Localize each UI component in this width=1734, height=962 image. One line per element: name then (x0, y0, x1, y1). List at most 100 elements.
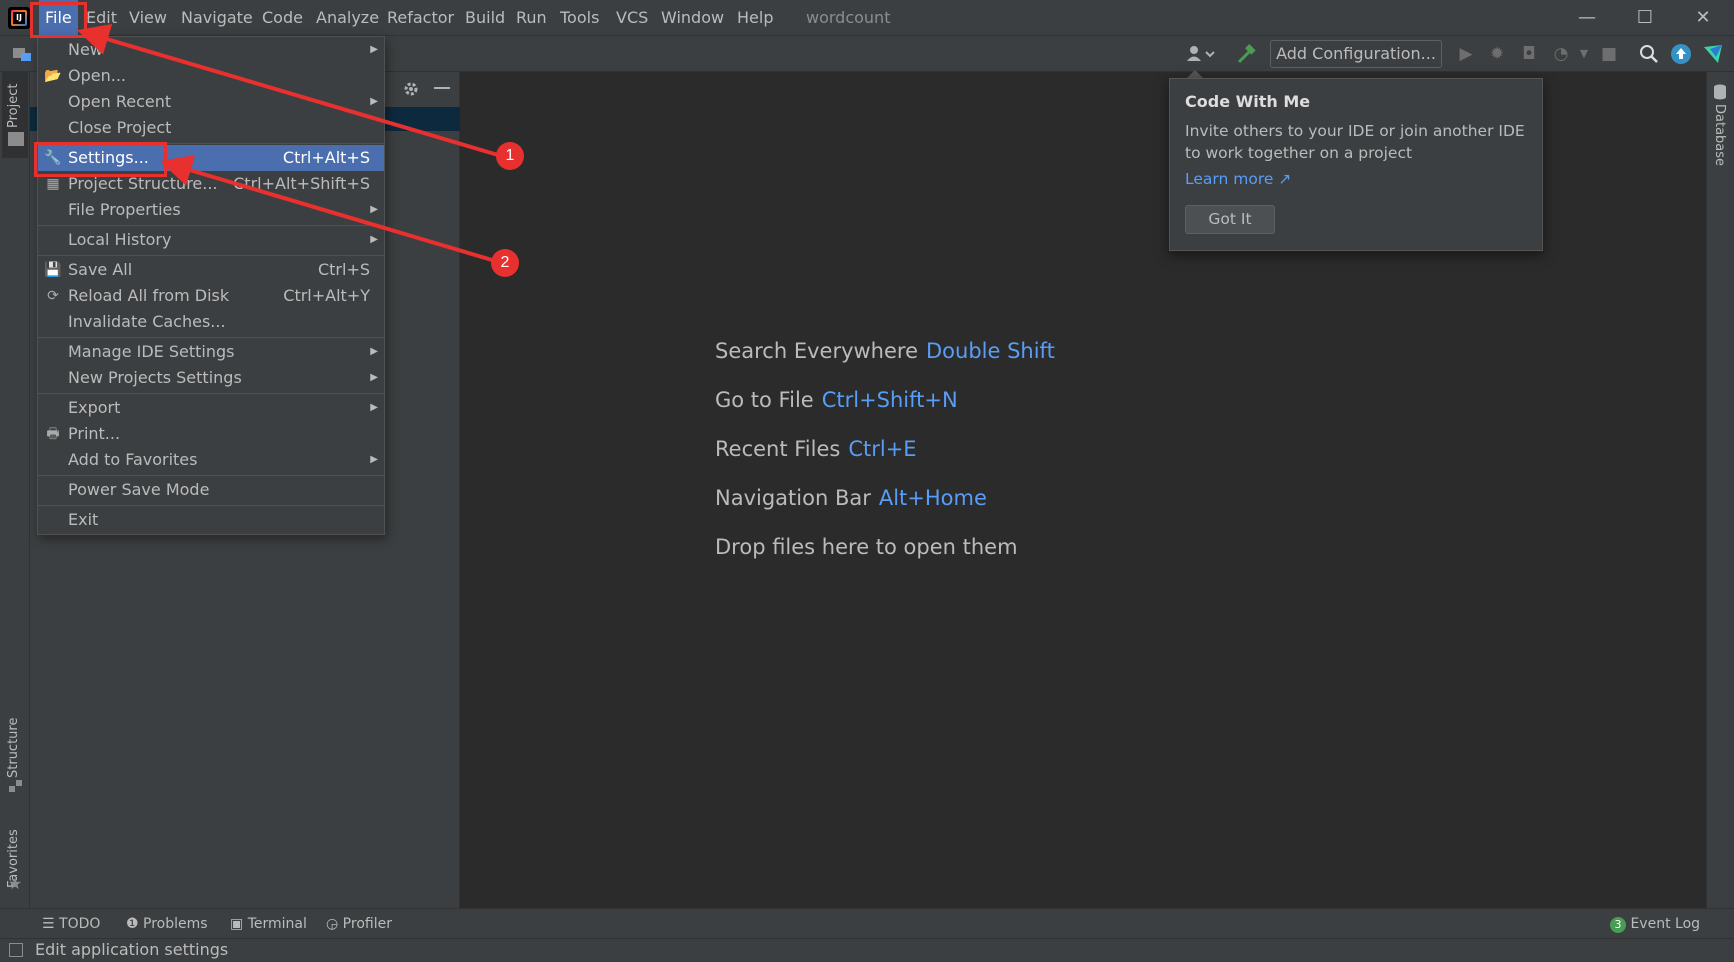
submenu-arrow-icon: ▶ (370, 234, 378, 245)
menu-separator (38, 225, 384, 226)
coverage-icon[interactable]: ◘ (1518, 42, 1540, 66)
add-configuration-button[interactable]: Add Configuration... (1270, 40, 1442, 68)
file-menu-add-to-favorites[interactable]: Add to Favorites ▶ (38, 447, 384, 473)
file-menu-exit[interactable]: Exit (38, 507, 384, 533)
hint-recent-files: Recent Files Ctrl+E (715, 437, 917, 461)
submenu-arrow-icon: ▶ (370, 402, 378, 413)
menu-help[interactable]: Help (731, 0, 779, 36)
annotation-box-settings (34, 142, 167, 177)
menu-separator (38, 393, 384, 394)
info-icon: ❶ (126, 916, 144, 932)
profiler-tab[interactable]: ◶ Profiler (326, 912, 392, 936)
submenu-arrow-icon: ▶ (370, 96, 378, 107)
popup-title: Code With Me (1185, 92, 1311, 111)
close-button[interactable]: ✕ (1674, 0, 1732, 36)
popup-body: Invite others to your IDE or join anothe… (1185, 122, 1525, 162)
terminal-tab[interactable]: ▣ Terminal (230, 912, 307, 936)
file-menu-local-history[interactable]: Local History ▶ (38, 227, 384, 253)
intellij-logo-icon: IJ (8, 7, 30, 29)
profiler-icon: ◶ (326, 916, 343, 932)
structure-tab-label[interactable]: Structure (6, 712, 21, 778)
code-with-me-icon[interactable] (1182, 42, 1216, 66)
debug-icon[interactable]: ✹ (1486, 42, 1508, 66)
reload-icon: ⟳ (47, 288, 59, 304)
file-menu-power-save-mode[interactable]: Power Save Mode (38, 477, 384, 503)
status-toggle-icon[interactable] (9, 943, 23, 957)
menu-separator (38, 255, 384, 256)
file-menu-file-properties[interactable]: File Properties ▶ (38, 197, 384, 223)
todo-tab[interactable]: ☰ TODO (42, 912, 100, 936)
file-menu-new[interactable]: New ▶ (38, 37, 384, 63)
database-tab-label[interactable]: Database (1712, 104, 1727, 168)
file-menu-print[interactable]: 🖶 Print... (38, 421, 384, 447)
got-it-button[interactable]: Got It (1185, 205, 1275, 234)
structure-icon (9, 780, 23, 794)
folder-open-icon: 📂 (44, 68, 62, 84)
right-tool-strip (1706, 72, 1734, 908)
hint-go-to-file-key: Ctrl+Shift+N (821, 388, 958, 412)
hide-panel-icon[interactable] (434, 87, 450, 89)
terminal-icon: ▣ (230, 916, 248, 932)
submenu-arrow-icon: ▶ (370, 346, 378, 357)
learn-more-link[interactable]: Learn more ↗ (1185, 170, 1291, 188)
profile-icon[interactable]: ◔ (1550, 42, 1572, 66)
hint-navigation-bar-key: Alt+Home (878, 486, 987, 510)
menu-analyze[interactable]: Analyze (310, 0, 385, 36)
file-menu-close-project[interactable]: Close Project (38, 115, 384, 141)
more-run-options-icon[interactable]: ▼ (1573, 42, 1595, 66)
hint-recent-files-key: Ctrl+E (848, 437, 917, 461)
menu-separator (38, 505, 384, 506)
window-title: wordcount (806, 8, 891, 27)
annotation-badge-1: 1 (496, 142, 524, 170)
file-menu-reload-all[interactable]: ⟳ Reload All from Disk Ctrl+Alt+Y (38, 283, 384, 309)
menu-navigate[interactable]: Navigate (175, 0, 259, 36)
event-log-badge: 3 (1610, 917, 1626, 933)
event-log-tab[interactable]: 3 Event Log (1610, 912, 1700, 936)
submenu-arrow-icon: ▶ (370, 372, 378, 383)
gear-icon[interactable] (400, 78, 422, 100)
file-menu-export[interactable]: Export ▶ (38, 395, 384, 421)
menu-refactor[interactable]: Refactor (381, 0, 460, 36)
status-text: Edit application settings (35, 940, 229, 959)
menu-tools[interactable]: Tools (554, 0, 605, 36)
list-icon: ☰ (42, 916, 60, 932)
hint-navigation-bar: Navigation Bar Alt+Home (715, 486, 987, 510)
menu-vcs[interactable]: VCS (610, 0, 654, 36)
star-icon: ★ (7, 874, 23, 893)
file-menu-invalidate-caches[interactable]: Invalidate Caches... (38, 309, 384, 335)
menu-separator (38, 475, 384, 476)
file-menu-open-recent[interactable]: Open Recent ▶ (38, 89, 384, 115)
menu-code[interactable]: Code (256, 0, 309, 36)
menu-run[interactable]: Run (510, 0, 553, 36)
file-menu-save-all[interactable]: 💾 Save All Ctrl+S (38, 257, 384, 283)
hint-search-everywhere: Search Everywhere Double Shift (715, 339, 1055, 363)
run-icon[interactable]: ▶ (1455, 42, 1477, 66)
maximize-button[interactable]: ☐ (1616, 0, 1674, 36)
annotation-box-file (30, 2, 87, 38)
file-menu-manage-ide-settings[interactable]: Manage IDE Settings ▶ (38, 339, 384, 365)
file-menu-new-projects-settings[interactable]: New Projects Settings ▶ (38, 365, 384, 391)
hint-search-everywhere-key: Double Shift (926, 339, 1055, 363)
build-hammer-icon[interactable] (1235, 42, 1257, 66)
menu-view[interactable]: View (123, 0, 173, 36)
save-icon: 💾 (44, 262, 62, 278)
submenu-arrow-icon: ▶ (370, 44, 378, 55)
problems-tab[interactable]: ❶ Problems (126, 912, 208, 936)
hint-drop-files: Drop files here to open them (715, 535, 1018, 559)
minimize-button[interactable]: — (1558, 0, 1616, 36)
file-menu-open[interactable]: 📂 Open... (38, 63, 384, 89)
printer-icon: 🖶 (46, 426, 60, 442)
stop-icon[interactable]: ■ (1598, 42, 1620, 66)
project-view-icon[interactable] (12, 44, 32, 62)
update-icon[interactable] (1670, 43, 1692, 65)
menu-build[interactable]: Build (459, 0, 511, 36)
annotation-badge-2: 2 (491, 249, 519, 277)
jetbrains-toolbox-icon[interactable] (1702, 43, 1724, 65)
hint-go-to-file: Go to File Ctrl+Shift+N (715, 388, 958, 412)
submenu-arrow-icon: ▶ (370, 204, 378, 215)
folder-icon (8, 132, 24, 146)
project-tab-label: Project (6, 83, 21, 128)
search-icon[interactable] (1638, 43, 1660, 65)
status-bar (0, 938, 1734, 962)
menu-window[interactable]: Window (655, 0, 730, 36)
